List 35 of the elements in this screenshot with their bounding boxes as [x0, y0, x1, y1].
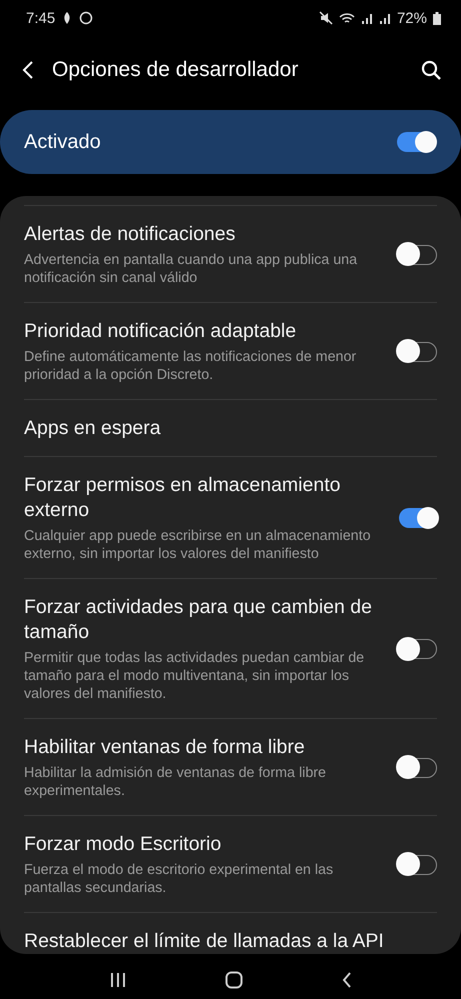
setting-summary: Fuerza el modo de escritorio experimental en las pantallas secundarias.: [24, 861, 334, 897]
mute-icon: [318, 11, 333, 25]
toggle-switch[interactable]: [399, 244, 437, 264]
setting-summary: Advertencia en pantalla cuando una app publica una notificación sin canal válido: [24, 251, 358, 287]
setting-title[interactable]: Apps en espera: [24, 416, 437, 441]
toggle-switch[interactable]: [399, 342, 437, 362]
setting-summary: Permitir que todas las actividades puedan cambiar de tamaño para el modo multiventana, sin importar los valores del manifiesto.: [24, 649, 366, 703]
setting-title[interactable]: Restablecer el límite de llamadas a la API: [24, 929, 437, 954]
page-title: Opciones de desarrollador: [52, 58, 300, 82]
setting-title[interactable]: Habilitar ventanas de forma libre: [24, 735, 379, 760]
setting-title[interactable]: Alertas de notificaciones: [24, 222, 379, 247]
battery-icon: [433, 12, 441, 24]
setting-title[interactable]: Forzar permisos en almacenamiento externo: [24, 473, 379, 523]
signal-icon: [360, 12, 373, 24]
toggle-switch[interactable]: [397, 132, 435, 152]
setting-summary: Cualquier app puede escribirse en un almacenamiento externo, sin importar los valores del manifiesto: [24, 527, 372, 563]
setting-title[interactable]: Forzar modo Escritorio: [24, 832, 379, 857]
toggle-switch[interactable]: [399, 508, 437, 528]
setting-summary: Define automáticamente las notificaciones de menor prioridad a la opción Discreto.: [24, 348, 358, 384]
setting-summary: Habilitar la admisión de ventanas de forma libre experimentales.: [24, 764, 327, 800]
wifi-icon: [338, 12, 355, 24]
home-icon[interactable]: [225, 970, 244, 988]
search-icon[interactable]: [421, 60, 441, 80]
toggle-switch[interactable]: [399, 639, 437, 659]
setting-title[interactable]: Prioridad notificación adaptable: [24, 319, 379, 344]
signal-icon: [378, 12, 391, 24]
setting-title[interactable]: Forzar actividades para que cambien de tamaño: [24, 595, 379, 645]
recent-apps-icon[interactable]: [109, 972, 128, 988]
back-icon[interactable]: [342, 972, 352, 988]
master-switch-label: Activado: [24, 130, 102, 154]
master-switch-bar[interactable]: Activado: [0, 110, 461, 174]
toggle-switch[interactable]: [399, 758, 437, 778]
battery-level: 72%: [396, 10, 427, 26]
clock: 7:45: [26, 10, 56, 26]
toggle-switch[interactable]: [399, 854, 437, 874]
